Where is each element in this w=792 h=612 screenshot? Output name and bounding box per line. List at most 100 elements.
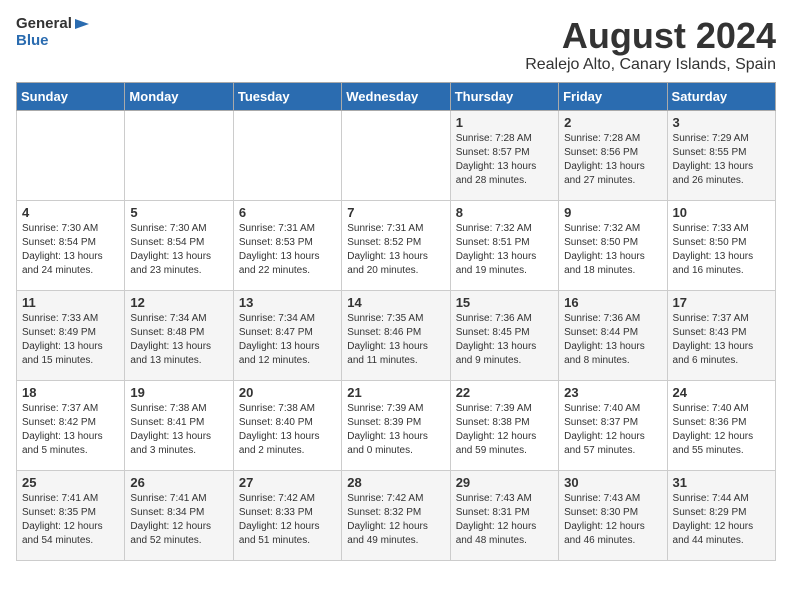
col-wednesday: Wednesday — [342, 82, 450, 110]
day-info: Sunrise: 7:36 AM Sunset: 8:45 PM Dayligh… — [456, 312, 553, 368]
day-number: 5 — [130, 205, 227, 220]
day-info: Sunrise: 7:39 AM Sunset: 8:39 PM Dayligh… — [347, 402, 444, 458]
day-cell: 22Sunrise: 7:39 AM Sunset: 8:38 PM Dayli… — [450, 380, 558, 470]
day-number: 8 — [456, 205, 553, 220]
day-cell: 13 Sunrise: 7:34 AM Sunset: 8:47 PM Dayli… — [233, 290, 341, 380]
day-info: Sunrise: 7:38 AM Sunset: 8:41 PM Dayligh… — [130, 402, 227, 458]
day-number: 24 — [673, 385, 770, 400]
day-cell: 25Sunrise: 7:41 AM Sunset: 8:35 PM Dayli… — [17, 470, 125, 560]
day-cell: 17 Sunrise: 7:37 AM Sunset: 8:43 PM Dayli… — [667, 290, 775, 380]
day-cell — [125, 110, 233, 200]
day-cell: 12Sunrise: 7:34 AM Sunset: 8:48 PM Dayli… — [125, 290, 233, 380]
day-number: 19 — [130, 385, 227, 400]
day-number: 21 — [347, 385, 444, 400]
day-cell: 10 Sunrise: 7:33 AM Sunset: 8:50 PM Dayli… — [667, 200, 775, 290]
day-number: 14 — [347, 295, 444, 310]
day-number: 29 — [456, 475, 553, 490]
header: General Blue August 2024 Realejo Alto, C… — [16, 16, 776, 74]
day-number: 4 — [22, 205, 119, 220]
day-info: Sunrise: 7:33 AM Sunset: 8:49 PM Dayligh… — [22, 312, 119, 368]
day-number: 7 — [347, 205, 444, 220]
day-info: Sunrise: 7:30 AM Sunset: 8:54 PM Dayligh… — [130, 222, 227, 278]
day-number: 2 — [564, 115, 661, 130]
day-info: Sunrise: 7:36 AM Sunset: 8:44 PM Dayligh… — [564, 312, 661, 368]
day-cell: 11 Sunrise: 7:33 AM Sunset: 8:49 PM Dayli… — [17, 290, 125, 380]
month-title: August 2024 — [525, 16, 776, 56]
day-number: 3 — [673, 115, 770, 130]
day-cell: 18Sunrise: 7:37 AM Sunset: 8:42 PM Dayli… — [17, 380, 125, 470]
day-info: Sunrise: 7:37 AM Sunset: 8:42 PM Dayligh… — [22, 402, 119, 458]
day-number: 20 — [239, 385, 336, 400]
day-cell: 29 Sunrise: 7:43 AM Sunset: 8:31 PM Dayli… — [450, 470, 558, 560]
day-cell: 7 Sunrise: 7:31 AM Sunset: 8:52 PM Daylig… — [342, 200, 450, 290]
day-cell: 23 Sunrise: 7:40 AM Sunset: 8:37 PM Dayli… — [559, 380, 667, 470]
col-monday: Monday — [125, 82, 233, 110]
day-number: 31 — [673, 475, 770, 490]
logo: General Blue — [16, 16, 95, 49]
day-info: Sunrise: 7:41 AM Sunset: 8:35 PM Dayligh… — [22, 492, 119, 548]
day-info: Sunrise: 7:40 AM Sunset: 8:37 PM Dayligh… — [564, 402, 661, 458]
day-info: Sunrise: 7:42 AM Sunset: 8:32 PM Dayligh… — [347, 492, 444, 548]
week-row-3: 11 Sunrise: 7:33 AM Sunset: 8:49 PM Dayli… — [17, 290, 776, 380]
day-info: Sunrise: 7:35 AM Sunset: 8:46 PM Dayligh… — [347, 312, 444, 368]
day-number: 10 — [673, 205, 770, 220]
day-info: Sunrise: 7:41 AM Sunset: 8:34 PM Dayligh… — [130, 492, 227, 548]
logo-arrow — [75, 17, 95, 32]
title-area: August 2024 Realejo Alto, Canary Islands… — [525, 16, 776, 74]
day-cell: 5 Sunrise: 7:30 AM Sunset: 8:54 PM Daylig… — [125, 200, 233, 290]
day-cell — [342, 110, 450, 200]
day-cell: 19 Sunrise: 7:38 AM Sunset: 8:41 PM Dayli… — [125, 380, 233, 470]
day-number: 27 — [239, 475, 336, 490]
week-row-4: 18Sunrise: 7:37 AM Sunset: 8:42 PM Dayli… — [17, 380, 776, 470]
day-number: 11 — [22, 295, 119, 310]
col-sunday: Sunday — [17, 82, 125, 110]
day-info: Sunrise: 7:34 AM Sunset: 8:47 PM Dayligh… — [239, 312, 336, 368]
day-cell: 26 Sunrise: 7:41 AM Sunset: 8:34 PM Dayli… — [125, 470, 233, 560]
location-title: Realejo Alto, Canary Islands, Spain — [525, 56, 776, 74]
day-number: 9 — [564, 205, 661, 220]
day-cell: 8 Sunrise: 7:32 AM Sunset: 8:51 PM Daylig… — [450, 200, 558, 290]
week-row-1: 1 Sunrise: 7:28 AM Sunset: 8:57 PM Daylig… — [17, 110, 776, 200]
day-cell: 27Sunrise: 7:42 AM Sunset: 8:33 PM Dayli… — [233, 470, 341, 560]
day-info: Sunrise: 7:37 AM Sunset: 8:43 PM Dayligh… — [673, 312, 770, 368]
day-info: Sunrise: 7:28 AM Sunset: 8:56 PM Dayligh… — [564, 132, 661, 188]
day-cell: 16 Sunrise: 7:36 AM Sunset: 8:44 PM Dayli… — [559, 290, 667, 380]
day-info: Sunrise: 7:32 AM Sunset: 8:50 PM Dayligh… — [564, 222, 661, 278]
day-number: 17 — [673, 295, 770, 310]
day-info: Sunrise: 7:30 AM Sunset: 8:54 PM Dayligh… — [22, 222, 119, 278]
day-info: Sunrise: 7:34 AM Sunset: 8:48 PM Dayligh… — [130, 312, 227, 368]
day-number: 26 — [130, 475, 227, 490]
day-cell: 31 Sunrise: 7:44 AM Sunset: 8:29 PM Dayli… — [667, 470, 775, 560]
day-cell: 4 Sunrise: 7:30 AM Sunset: 8:54 PM Daylig… — [17, 200, 125, 290]
day-number: 23 — [564, 385, 661, 400]
day-cell: 3 Sunrise: 7:29 AM Sunset: 8:55 PM Daylig… — [667, 110, 775, 200]
day-info: Sunrise: 7:44 AM Sunset: 8:29 PM Dayligh… — [673, 492, 770, 548]
logo-blue: Blue — [16, 33, 95, 50]
day-info: Sunrise: 7:29 AM Sunset: 8:55 PM Dayligh… — [673, 132, 770, 188]
day-number: 13 — [239, 295, 336, 310]
col-friday: Friday — [559, 82, 667, 110]
day-cell: 6Sunrise: 7:31 AM Sunset: 8:53 PM Daylig… — [233, 200, 341, 290]
day-cell: 9 Sunrise: 7:32 AM Sunset: 8:50 PM Daylig… — [559, 200, 667, 290]
day-info: Sunrise: 7:43 AM Sunset: 8:31 PM Dayligh… — [456, 492, 553, 548]
day-cell: 1 Sunrise: 7:28 AM Sunset: 8:57 PM Daylig… — [450, 110, 558, 200]
col-tuesday: Tuesday — [233, 82, 341, 110]
day-info: Sunrise: 7:39 AM Sunset: 8:38 PM Dayligh… — [456, 402, 553, 458]
day-number: 16 — [564, 295, 661, 310]
day-info: Sunrise: 7:33 AM Sunset: 8:50 PM Dayligh… — [673, 222, 770, 278]
day-number: 15 — [456, 295, 553, 310]
logo-combined: General Blue — [16, 16, 95, 49]
day-cell: 24 Sunrise: 7:40 AM Sunset: 8:36 PM Dayli… — [667, 380, 775, 470]
day-info: Sunrise: 7:31 AM Sunset: 8:52 PM Dayligh… — [347, 222, 444, 278]
week-row-5: 25Sunrise: 7:41 AM Sunset: 8:35 PM Dayli… — [17, 470, 776, 560]
day-cell: 21 Sunrise: 7:39 AM Sunset: 8:39 PM Dayli… — [342, 380, 450, 470]
day-info: Sunrise: 7:32 AM Sunset: 8:51 PM Dayligh… — [456, 222, 553, 278]
day-info: Sunrise: 7:43 AM Sunset: 8:30 PM Dayligh… — [564, 492, 661, 548]
day-number: 1 — [456, 115, 553, 130]
day-cell: 28 Sunrise: 7:42 AM Sunset: 8:32 PM Dayli… — [342, 470, 450, 560]
day-cell — [233, 110, 341, 200]
day-info: Sunrise: 7:31 AM Sunset: 8:53 PM Dayligh… — [239, 222, 336, 278]
day-info: Sunrise: 7:40 AM Sunset: 8:36 PM Dayligh… — [673, 402, 770, 458]
day-info: Sunrise: 7:28 AM Sunset: 8:57 PM Dayligh… — [456, 132, 553, 188]
day-number: 28 — [347, 475, 444, 490]
